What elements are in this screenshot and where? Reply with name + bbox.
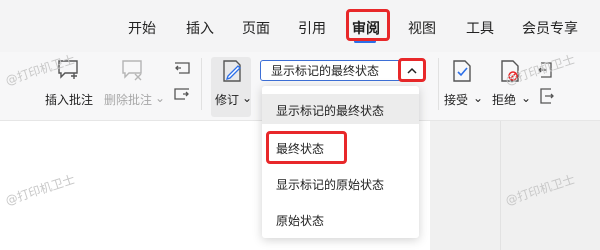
dropdown-option-original-with-markup[interactable]: 显示标记的原始状态 — [262, 168, 419, 198]
reject-button[interactable]: 拒绝 — [492, 91, 516, 108]
next-change-icon[interactable] — [537, 87, 555, 109]
accept-button[interactable]: 接受 — [444, 91, 468, 108]
display-mode-value: 显示标记的最终状态 — [271, 64, 380, 78]
tab-member[interactable]: 会员专享 — [522, 18, 578, 38]
tab-references[interactable]: 引用 — [298, 18, 326, 38]
tab-home[interactable]: 开始 — [128, 18, 156, 38]
reject-chevron-icon[interactable]: ⌄ — [521, 91, 531, 105]
dropdown-option-original[interactable]: 原始状态 — [262, 204, 419, 234]
revise-label: 修订 — [215, 93, 240, 107]
tab-page[interactable]: 页面 — [242, 18, 270, 38]
ribbon-separator — [201, 58, 202, 110]
next-comment-icon[interactable] — [173, 87, 191, 107]
delete-comment-icon — [121, 59, 145, 85]
dropdown-button-highlight — [398, 58, 426, 82]
accept-chevron-icon[interactable]: ⌄ — [473, 91, 483, 105]
watermark-text: @打印机卫士 — [3, 172, 77, 208]
previous-comment-icon[interactable] — [173, 61, 191, 81]
tab-tools[interactable]: 工具 — [466, 18, 494, 38]
accept-icon[interactable] — [450, 59, 474, 87]
option-label: 显示标记的最终状态 — [276, 104, 385, 118]
ribbon-tab-bar: 开始 插入 页面 引用 审阅 视图 工具 会员专享 — [0, 0, 600, 52]
review-tab-highlight — [346, 9, 390, 41]
revise-icon — [220, 59, 244, 87]
dropdown-option-final-with-markup[interactable]: 显示标记的最终状态 — [262, 94, 419, 124]
document-edge — [500, 121, 501, 250]
delete-comment-chevron-icon: ⌄ — [155, 91, 166, 105]
insert-comment-button[interactable]: 插入批注 — [45, 91, 93, 108]
ribbon-separator — [438, 58, 439, 110]
option-label: 显示标记的原始状态 — [276, 178, 385, 192]
tab-insert[interactable]: 插入 — [186, 18, 214, 38]
delete-comment-button: 删除批注 — [104, 93, 153, 107]
tab-view[interactable]: 视图 — [408, 18, 436, 38]
final-option-highlight — [266, 131, 347, 164]
option-label: 原始状态 — [276, 214, 325, 228]
revise-chevron-icon[interactable]: ⌄ — [242, 91, 252, 105]
